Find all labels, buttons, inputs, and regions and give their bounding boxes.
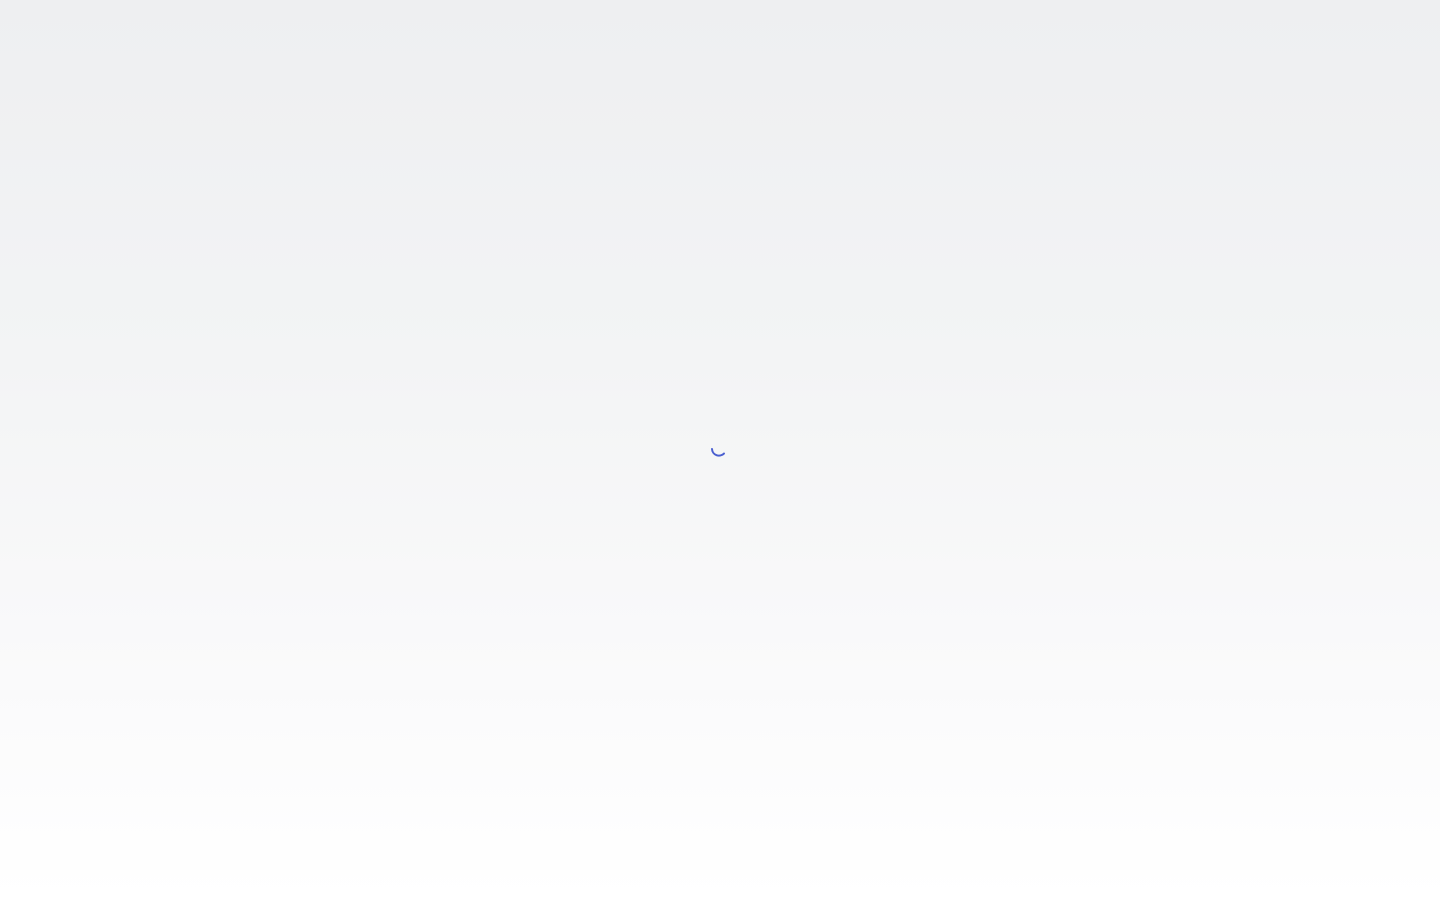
loading-screen [0, 0, 1440, 900]
spinner-arc [711, 448, 725, 457]
loading-spinner-graphic [711, 448, 725, 457]
loading-spinner-icon [710, 440, 728, 458]
